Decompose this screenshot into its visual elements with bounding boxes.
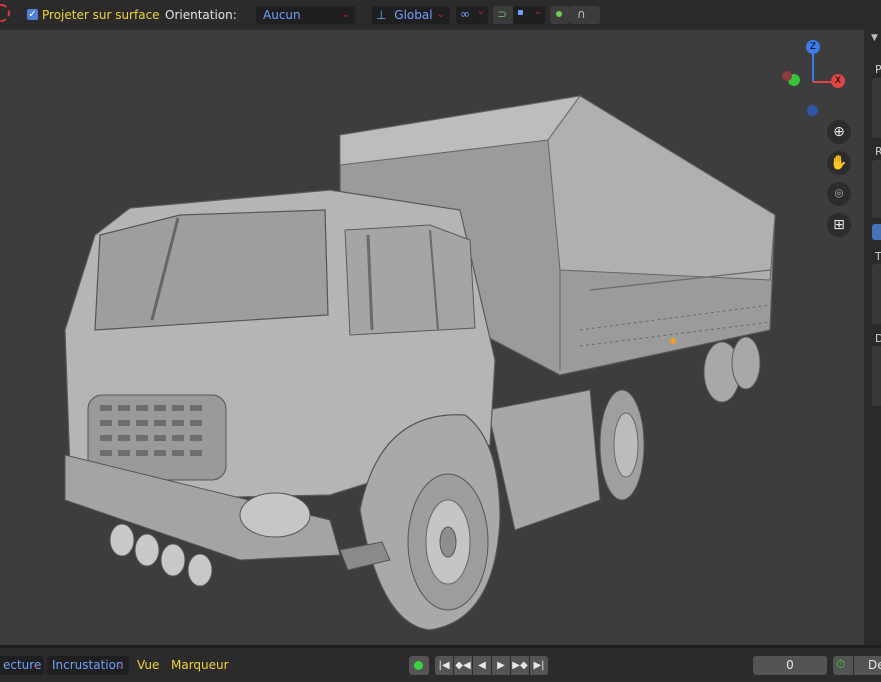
- snap-toggle[interactable]: ⊃: [493, 6, 513, 24]
- axes-icon: ⊥: [376, 8, 387, 22]
- playback-menu[interactable]: ecture ⌄: [0, 656, 44, 675]
- zoom-button[interactable]: ⊕: [827, 120, 851, 144]
- grid-icon: ⊞: [833, 217, 845, 233]
- sidebar-tab-label: R: [875, 145, 881, 158]
- z-axis-handle[interactable]: Z: [806, 40, 820, 54]
- sidebar-tab-label: P: [875, 63, 881, 76]
- stopwatch-icon: ⏱: [836, 657, 846, 671]
- prev-keyframe-icon: ◆◀: [455, 660, 471, 671]
- play-reverse-icon: ◀: [478, 660, 486, 671]
- camera-icon: ⌾: [834, 186, 844, 202]
- orientation-value: Aucun: [263, 8, 301, 22]
- chevron-down-icon: ⌄: [341, 9, 350, 20]
- neg-x-axis-handle[interactable]: [782, 71, 792, 81]
- keying-menu[interactable]: Incrustation ⌄: [47, 656, 129, 675]
- keying-menu-label: Incrustation: [52, 658, 124, 672]
- 3d-cursor-icon[interactable]: [0, 4, 10, 22]
- pan-button[interactable]: ✋: [827, 151, 851, 175]
- project-on-surface-checkbox[interactable]: ✓: [27, 9, 38, 20]
- 3d-viewport[interactable]: Z X ⊕ ✋ ⌾ ⊞: [0, 30, 864, 645]
- current-frame-field[interactable]: 0: [753, 656, 827, 675]
- record-icon: [414, 661, 423, 670]
- chevron-down-icon: ⌄: [116, 660, 125, 671]
- proportional-falloff-dropdown[interactable]: ∩: [570, 6, 600, 24]
- start-frame-label: De: [868, 658, 881, 672]
- navigation-gizmo[interactable]: Z X: [780, 40, 850, 120]
- sidebar-field-group[interactable]: [872, 160, 881, 218]
- next-keyframe-icon: ▶◆: [512, 660, 528, 671]
- chevron-down-icon: ⌄: [436, 9, 445, 20]
- transform-orientation-value: Global: [394, 8, 433, 22]
- auto-keying-button[interactable]: [409, 656, 429, 675]
- jump-to-prev-keyframe-button[interactable]: ◆◀: [454, 656, 472, 675]
- play-icon: ▶: [497, 660, 505, 671]
- neg-z-axis-handle[interactable]: [807, 105, 818, 116]
- preview-range-button[interactable]: ⏱: [833, 656, 853, 675]
- hand-icon: ✋: [830, 155, 848, 171]
- pivot-point-dropdown[interactable]: ∞ ⌄: [456, 6, 488, 24]
- sidebar-active-field[interactable]: [872, 224, 881, 240]
- sidebar-field-group[interactable]: [872, 346, 881, 406]
- chevron-down-icon: ⌄: [476, 6, 485, 17]
- jump-to-start-button[interactable]: |◀: [435, 656, 453, 675]
- dot-icon: [556, 11, 562, 17]
- proportional-edit-toggle[interactable]: [550, 6, 570, 24]
- ortho-toggle-button[interactable]: ⊞: [827, 213, 851, 237]
- timeline-header: ecture ⌄ Incrustation ⌄ Vue Marqueur |◀ …: [0, 645, 881, 682]
- snap-target-dropdown[interactable]: ▪ ⌄: [513, 6, 545, 24]
- chevron-down-icon: ⌄: [31, 660, 40, 671]
- sidebar-field-group[interactable]: [872, 264, 881, 324]
- x-axis-handle[interactable]: X: [831, 74, 845, 88]
- viewport-header: ✓ Projeter sur surface Orientation: Aucu…: [0, 0, 881, 30]
- transform-orientation-dropdown[interactable]: ⊥ Global ⌄: [372, 6, 450, 24]
- magnet-icon: ⊃: [497, 7, 508, 21]
- start-frame-field[interactable]: De: [854, 656, 881, 675]
- sidebar-collapse-icon[interactable]: ▼: [871, 33, 878, 43]
- sidebar-tab-label: D: [875, 332, 881, 345]
- sidebar-field-group[interactable]: [872, 78, 881, 138]
- jump-to-next-keyframe-button[interactable]: ▶◆: [511, 656, 529, 675]
- orientation-label: Orientation:: [165, 8, 237, 22]
- project-on-surface-label: Projeter sur surface: [42, 8, 160, 22]
- falloff-curve-icon: ∩: [577, 7, 586, 21]
- sidebar-tab-label: T: [875, 250, 881, 263]
- skip-start-icon: |◀: [438, 660, 450, 671]
- play-reverse-button[interactable]: ◀: [473, 656, 491, 675]
- orientation-dropdown[interactable]: Aucun ⌄: [256, 6, 355, 24]
- skip-end-icon: ▶|: [533, 660, 545, 671]
- zoom-icon: ⊕: [833, 124, 845, 140]
- z-axis-line: [812, 52, 814, 82]
- play-button[interactable]: ▶: [492, 656, 510, 675]
- chevron-down-icon: ⌄: [533, 6, 542, 17]
- truck-model: [64, 95, 776, 631]
- view-menu[interactable]: Vue: [137, 658, 159, 672]
- jump-to-end-button[interactable]: ▶|: [530, 656, 548, 675]
- marker-menu[interactable]: Marqueur: [171, 658, 229, 672]
- camera-view-button[interactable]: ⌾: [827, 182, 851, 206]
- snap-increment-icon: ▪: [517, 7, 524, 18]
- pivot-icon: ∞: [460, 7, 470, 21]
